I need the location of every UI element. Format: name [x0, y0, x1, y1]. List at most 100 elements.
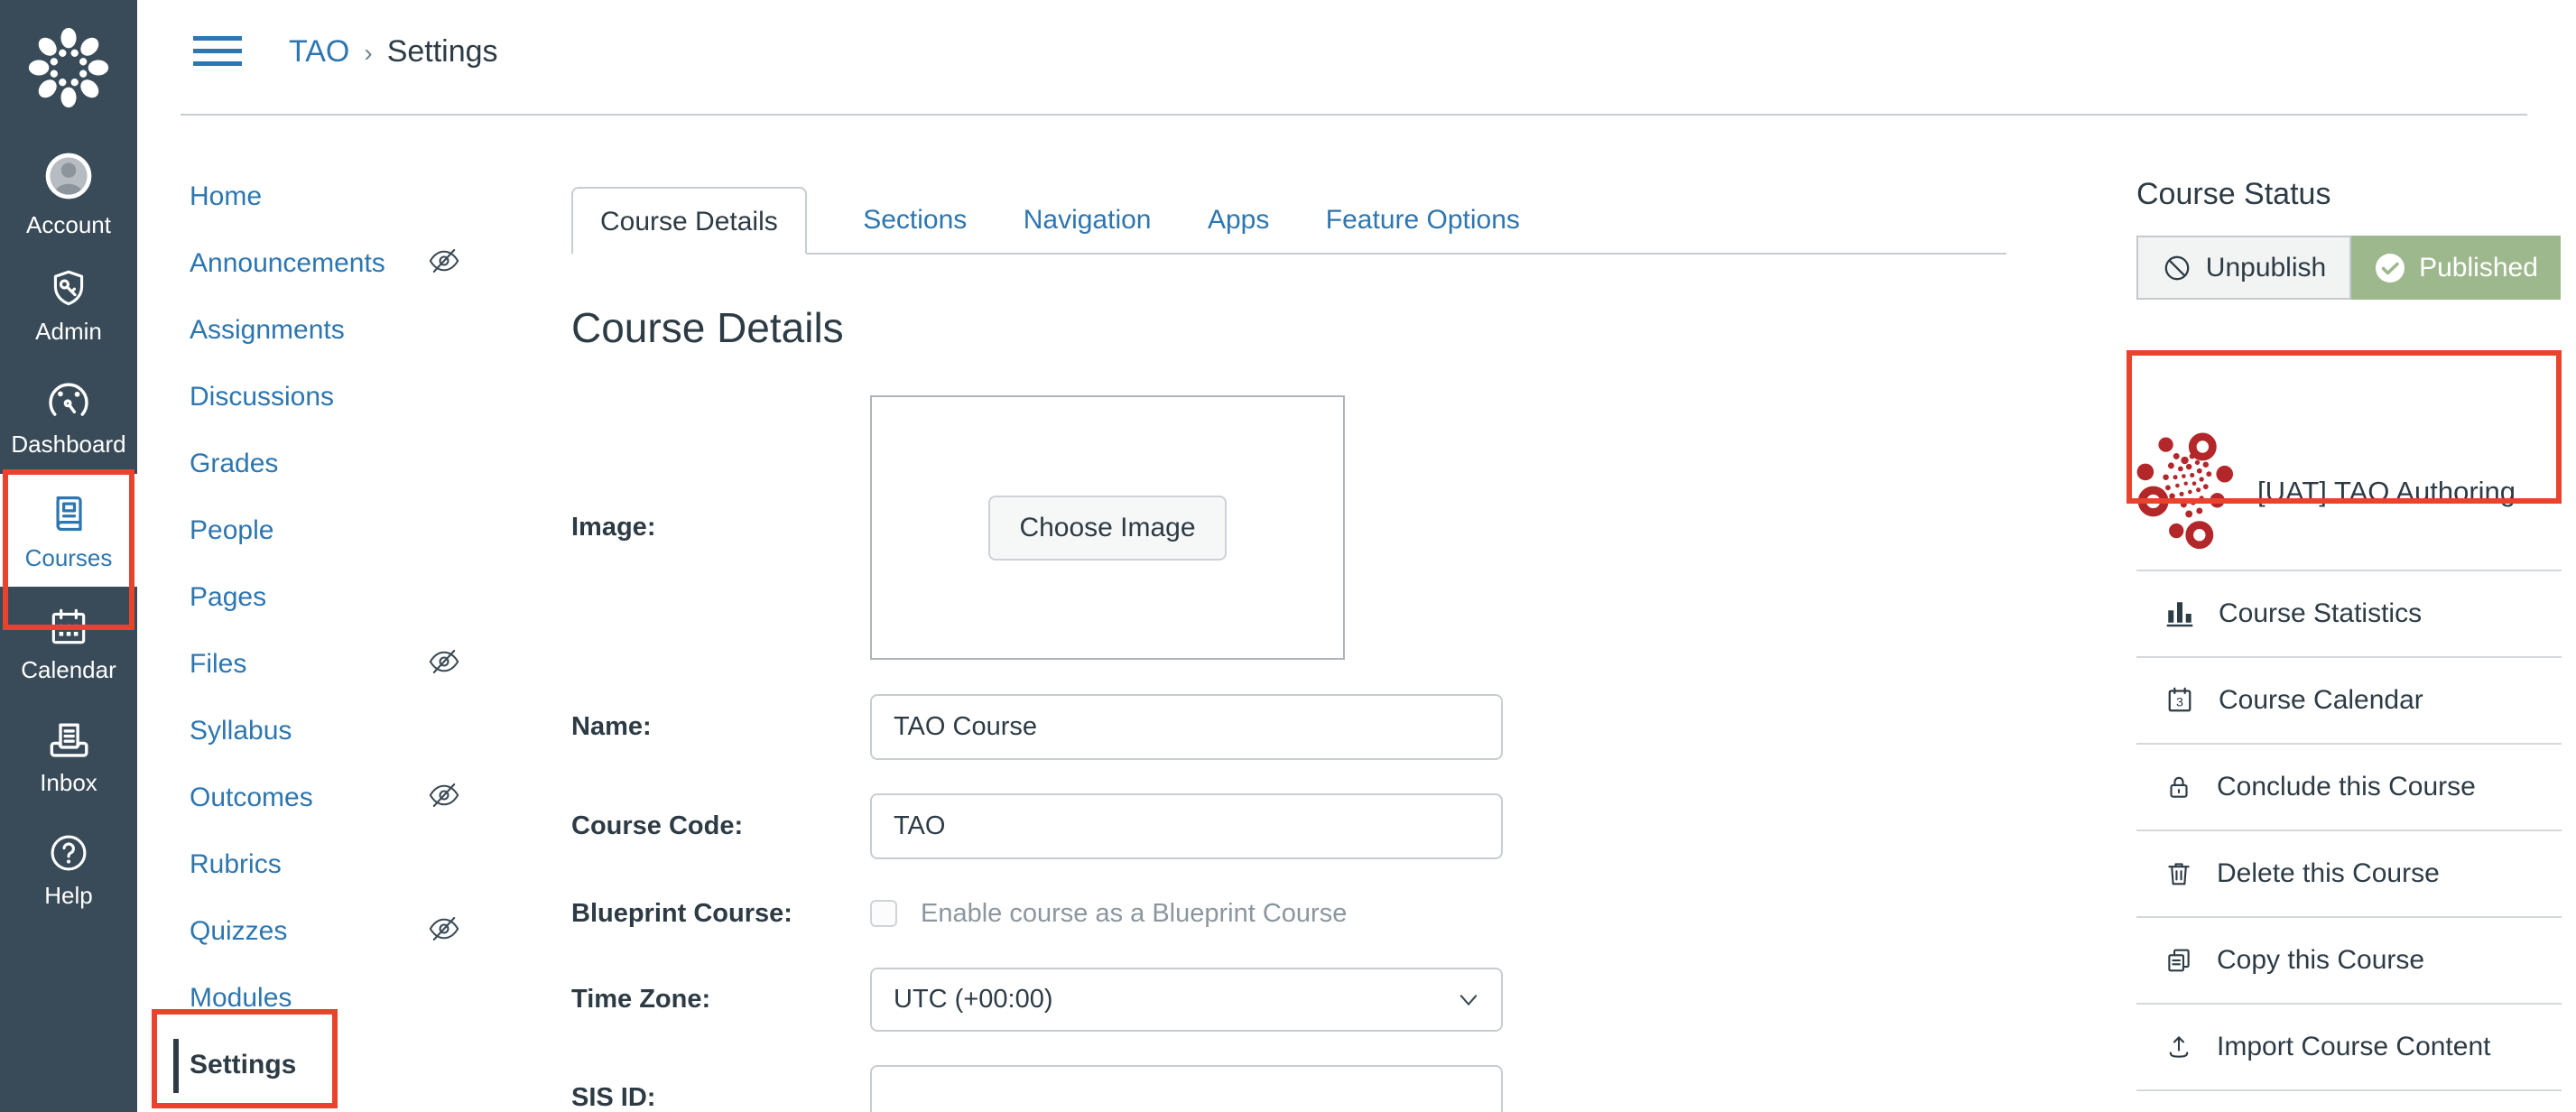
hamburger-menu-icon[interactable]	[193, 36, 242, 74]
conclude-course-link[interactable]: Conclude this Course	[2136, 745, 2562, 831]
global-nav-item-courses[interactable]: Courses	[0, 474, 137, 587]
course-nav-label: People	[190, 515, 273, 546]
canvas-settings-page: Account Admin Dashboard	[0, 0, 2576, 1112]
course-nav-files[interactable]: Files	[190, 631, 533, 698]
course-nav-outcomes[interactable]: Outcomes	[190, 764, 533, 831]
course-nav-pages[interactable]: Pages	[190, 564, 533, 631]
svg-text:3: 3	[2176, 695, 2183, 709]
action-label: Import Course Content	[2217, 1032, 2490, 1062]
tab-feature-options[interactable]: Feature Options	[1326, 187, 1520, 255]
course-nav-grades[interactable]: Grades	[190, 431, 533, 497]
global-nav-item-admin[interactable]: Admin	[0, 248, 137, 361]
course-name-input[interactable]	[870, 694, 1503, 760]
course-image-dropzone[interactable]: Choose Image	[870, 395, 1345, 660]
course-nav-label: Files	[190, 649, 246, 680]
unpublish-button[interactable]: Unpublish	[2136, 236, 2351, 300]
eye-slash-icon	[426, 781, 462, 810]
active-indicator-bar	[173, 1039, 179, 1093]
action-label: Course Statistics	[2219, 598, 2422, 629]
course-nav-label: Rubrics	[190, 849, 282, 880]
course-nav-home[interactable]: Home	[190, 163, 533, 230]
published-label: Published	[2419, 253, 2538, 283]
tab-sections[interactable]: Sections	[863, 187, 967, 255]
course-statistics-link[interactable]: Course Statistics	[2136, 571, 2562, 658]
name-row: Name:	[571, 694, 2006, 760]
global-nav-label: Help	[44, 884, 92, 907]
bar-chart-icon	[2164, 598, 2196, 630]
course-nav-modules[interactable]: Modules	[190, 965, 533, 1032]
blueprint-checkbox-text: Enable course as a Blueprint Course	[921, 899, 1347, 929]
calendar-3-icon: 3	[2164, 684, 2196, 717]
course-nav-label: Quizzes	[190, 916, 287, 947]
global-nav-item-inbox[interactable]: Inbox	[0, 700, 137, 812]
tab-navigation[interactable]: Navigation	[1024, 187, 1152, 255]
copy-course-link[interactable]: Copy this Course	[2136, 918, 2562, 1005]
help-question-icon	[46, 830, 91, 876]
course-nav-assignments[interactable]: Assignments	[190, 297, 533, 364]
global-nav-label: Courses	[25, 546, 113, 570]
check-circle-icon	[2374, 252, 2406, 284]
course-nav-label: Modules	[190, 983, 292, 1014]
course-nav: Home Announcements Assignments Discussio…	[190, 163, 533, 1098]
tab-course-details[interactable]: Course Details	[571, 187, 807, 255]
delete-course-link[interactable]: Delete this Course	[2136, 831, 2562, 918]
course-details-form: Image: Choose Image Name: Course Code: B…	[571, 395, 2006, 1112]
time-zone-select[interactable]: UTC (+00:00)	[870, 968, 1503, 1032]
course-nav-settings[interactable]: Settings	[190, 1032, 533, 1098]
time-zone-label: Time Zone:	[571, 985, 870, 1015]
course-nav-label: Outcomes	[190, 783, 313, 813]
breadcrumb: TAO › Settings	[289, 34, 498, 70]
main-content: Course Details Sections Navigation Apps …	[571, 187, 2006, 1112]
course-code-label: Course Code:	[571, 811, 870, 841]
upload-icon	[2164, 1032, 2194, 1062]
course-nav-label: Settings	[190, 1050, 296, 1080]
inbox-icon	[44, 718, 93, 763]
lock-icon	[2164, 772, 2194, 802]
course-nav-label: Pages	[190, 582, 266, 613]
global-nav-item-account[interactable]: Account	[0, 135, 137, 248]
right-panel: Course Status Unpublish Published	[2136, 177, 2562, 1112]
course-nav-label: Grades	[190, 449, 278, 479]
external-app-label: [UAT] TAO Authoring	[2257, 476, 2516, 508]
course-status-heading: Course Status	[2136, 177, 2562, 212]
global-nav-list: Account Admin Dashboard	[0, 135, 137, 925]
course-actions-list: Course Statistics 3 Course Calendar Conc…	[2136, 571, 2562, 1112]
unpublish-label: Unpublish	[2206, 253, 2326, 283]
global-nav-item-help[interactable]: Help	[0, 812, 137, 925]
action-label: Conclude this Course	[2217, 772, 2476, 802]
blueprint-row: Blueprint Course: Enable course as a Blu…	[571, 893, 2006, 934]
trash-icon	[2164, 858, 2194, 889]
course-nav-discussions[interactable]: Discussions	[190, 364, 533, 431]
courses-book-icon	[45, 491, 92, 538]
publish-button-group: Unpublish Published	[2136, 236, 2561, 300]
canvas-logo[interactable]	[0, 0, 137, 135]
export-course-content-link[interactable]: Export Course Content	[2136, 1091, 2562, 1112]
global-nav-item-dashboard[interactable]: Dashboard	[0, 361, 137, 474]
sis-id-input[interactable]	[870, 1065, 1503, 1112]
breadcrumb-course-link[interactable]: TAO	[289, 34, 349, 70]
tab-apps[interactable]: Apps	[1208, 187, 1269, 255]
course-nav-announcements[interactable]: Announcements	[190, 230, 533, 297]
course-nav-label: Discussions	[190, 382, 334, 412]
course-calendar-link[interactable]: 3 Course Calendar	[2136, 658, 2562, 745]
image-row: Image: Choose Image	[571, 395, 2006, 660]
published-button[interactable]: Published	[2351, 236, 2561, 300]
import-course-content-link[interactable]: Import Course Content	[2136, 1005, 2562, 1091]
action-label: Delete this Course	[2217, 858, 2440, 889]
sis-id-label: SIS ID:	[571, 1083, 870, 1112]
course-nav-rubrics[interactable]: Rubrics	[190, 831, 533, 898]
course-code-input[interactable]	[870, 793, 1503, 859]
course-nav-quizzes[interactable]: Quizzes	[190, 898, 533, 965]
global-nav-item-calendar[interactable]: Calendar	[0, 587, 137, 700]
image-label: Image:	[571, 513, 870, 542]
eye-slash-icon	[426, 914, 462, 943]
settings-tabs: Course Details Sections Navigation Apps …	[571, 187, 2006, 255]
course-nav-syllabus[interactable]: Syllabus	[190, 698, 533, 764]
course-nav-people[interactable]: People	[190, 497, 533, 564]
external-app-uat-tao-authoring[interactable]: [UAT] TAO Authoring	[2136, 413, 2562, 571]
top-header: TAO › Settings	[137, 0, 2576, 116]
blueprint-checkbox[interactable]	[870, 900, 897, 927]
course-nav-label: Announcements	[190, 248, 385, 279]
time-zone-value: UTC (+00:00)	[894, 985, 1052, 1015]
choose-image-button[interactable]: Choose Image	[988, 496, 1226, 561]
